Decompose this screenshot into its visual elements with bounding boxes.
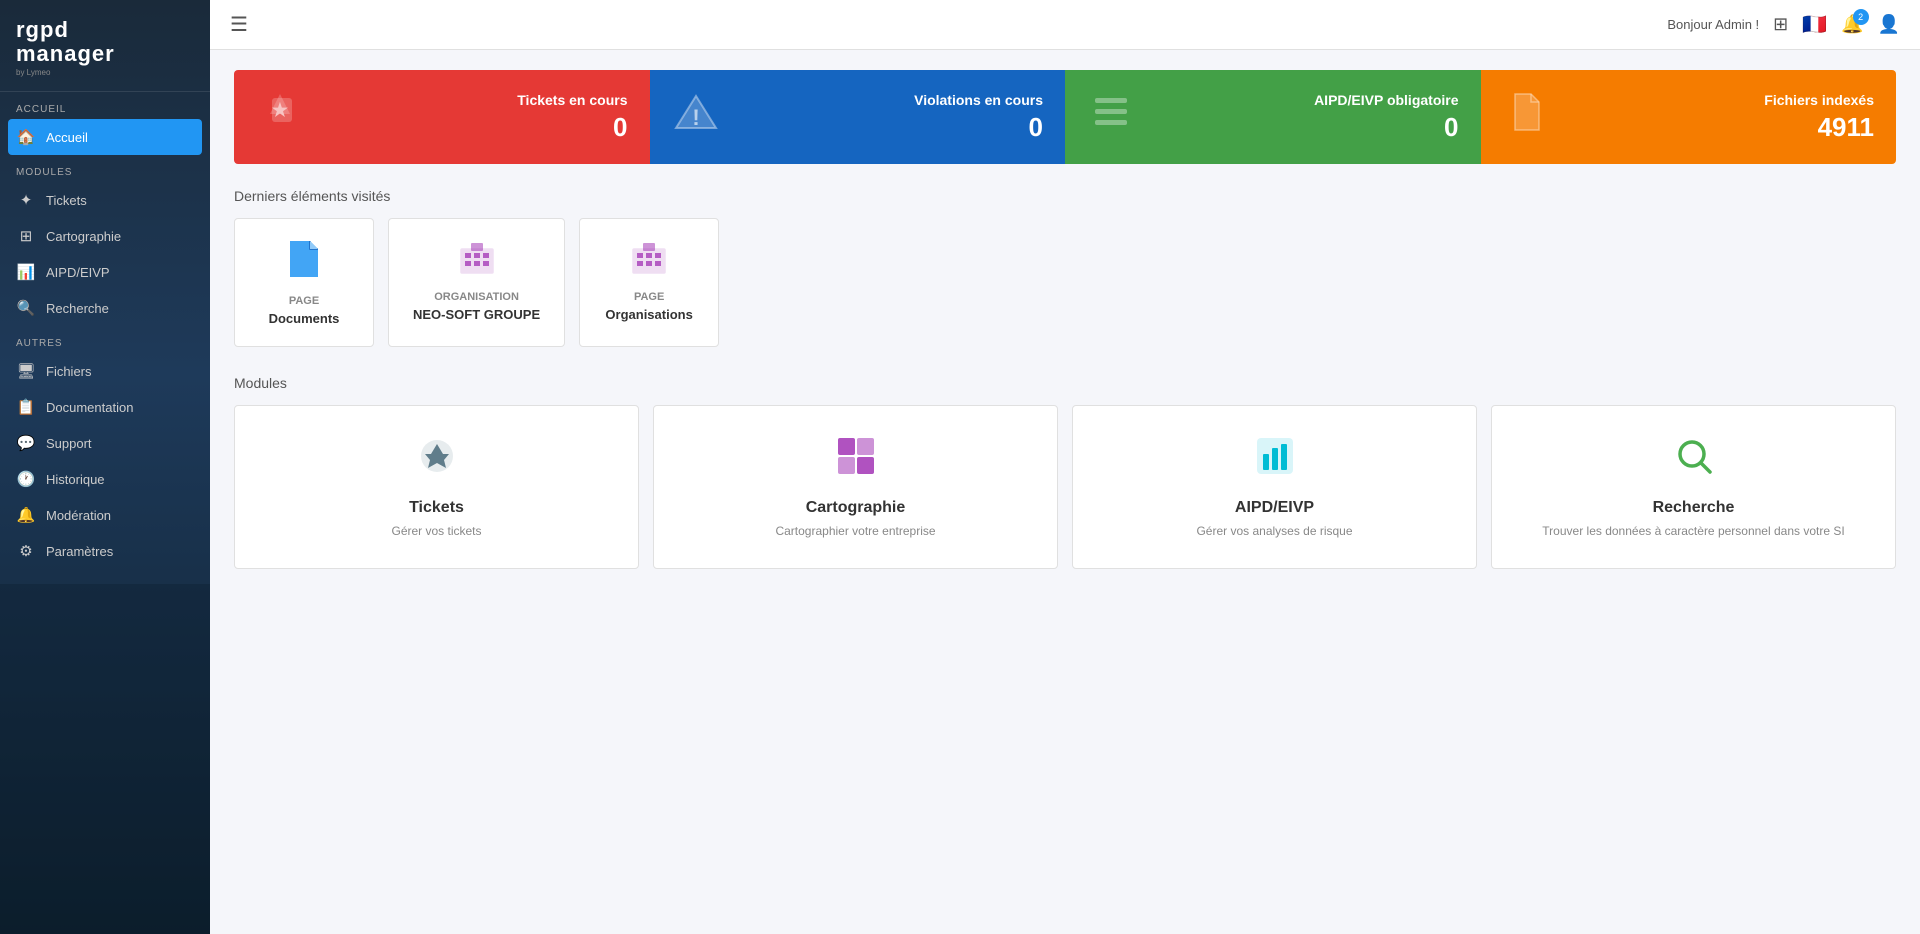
sidebar-item-tickets[interactable]: ✦ Tickets bbox=[0, 182, 210, 218]
recent-item-name-1: NEO-SOFT GROUPE bbox=[413, 307, 540, 322]
grid-icon[interactable]: ⊞ bbox=[1773, 14, 1788, 35]
stat-fichiers-label: Fichiers indexés bbox=[1764, 92, 1874, 108]
stat-violations-info: Violations en cours 0 bbox=[914, 92, 1043, 143]
sidebar-item-support[interactable]: 💬 Support bbox=[0, 425, 210, 461]
tickets-icon: ✦ bbox=[16, 191, 36, 209]
stat-violations-icon: ! bbox=[672, 88, 720, 146]
documentation-icon: 📋 bbox=[16, 398, 36, 416]
stat-violations-value: 0 bbox=[914, 112, 1043, 143]
stat-aipd-info: AIPD/EIVP obligatoire 0 bbox=[1314, 92, 1458, 143]
content-area: ★ Tickets en cours 0 ! Violations en cou… bbox=[210, 50, 1920, 934]
moderation-icon: 🔔 bbox=[16, 506, 36, 524]
notification-badge: 2 bbox=[1853, 9, 1869, 25]
stat-tickets[interactable]: ★ Tickets en cours 0 bbox=[234, 70, 650, 164]
stat-aipd-icon bbox=[1087, 88, 1135, 146]
main-area: ☰ Bonjour Admin ! ⊞ 🇫🇷 🔔 2 👤 ★ bbox=[210, 0, 1920, 934]
stat-violations-label: Violations en cours bbox=[914, 92, 1043, 108]
module-aipd-desc: Gérer vos analyses de risque bbox=[1196, 523, 1352, 540]
recent-grid: Page Documents Org bbox=[234, 218, 1896, 347]
stat-fichiers-icon bbox=[1503, 88, 1551, 146]
svg-text:★: ★ bbox=[272, 100, 289, 120]
stat-tickets-icon: ★ bbox=[256, 88, 304, 146]
logo-area: rgpdmanager by Lymeo bbox=[0, 0, 210, 92]
recent-neosoft-icon bbox=[459, 239, 495, 283]
logo-by: by Lymeo bbox=[16, 68, 194, 77]
recent-section-title: Derniers éléments visités bbox=[234, 188, 1896, 204]
recent-item-neosoft[interactable]: Organisation NEO-SOFT GROUPE bbox=[388, 218, 565, 347]
recent-item-organisations[interactable]: Page Organisations bbox=[579, 218, 719, 347]
stat-aipd-value: 0 bbox=[1314, 112, 1458, 143]
recent-organisations-icon bbox=[631, 239, 667, 283]
stat-fichiers-info: Fichiers indexés 4911 bbox=[1764, 92, 1874, 143]
module-cartographie-desc: Cartographier votre entreprise bbox=[775, 523, 935, 540]
module-aipd[interactable]: AIPD/EIVP Gérer vos analyses de risque bbox=[1072, 405, 1477, 569]
fichiers-icon: 🖥 bbox=[16, 362, 36, 380]
section-label-autres: Autres bbox=[0, 326, 210, 353]
stat-tickets-info: Tickets en cours 0 bbox=[517, 92, 627, 143]
section-label-accueil: Accueil bbox=[0, 92, 210, 119]
historique-icon: 🕐 bbox=[16, 470, 36, 488]
recent-item-type-2: Page bbox=[634, 291, 664, 303]
recherche-icon: 🔍 bbox=[16, 299, 36, 317]
stat-aipd[interactable]: AIPD/EIVP obligatoire 0 bbox=[1065, 70, 1481, 164]
recent-item-type-1: Organisation bbox=[434, 291, 519, 303]
module-recherche-title: Recherche bbox=[1653, 499, 1735, 517]
sidebar-item-recherche[interactable]: 🔍 Recherche bbox=[0, 290, 210, 326]
module-recherche-icon bbox=[1672, 434, 1716, 487]
topbar: ☰ Bonjour Admin ! ⊞ 🇫🇷 🔔 2 👤 bbox=[210, 0, 1920, 50]
module-tickets[interactable]: Tickets Gérer vos tickets bbox=[234, 405, 639, 569]
module-recherche-desc: Trouver les données à caractère personne… bbox=[1542, 523, 1844, 540]
greeting-text: Bonjour Admin ! bbox=[1667, 17, 1759, 32]
sidebar-item-parametres[interactable]: ⚙ Paramètres bbox=[0, 533, 210, 569]
section-label-modules: Modules bbox=[0, 155, 210, 182]
sidebar-item-documentation[interactable]: 📋 Documentation bbox=[0, 389, 210, 425]
module-recherche[interactable]: Recherche Trouver les données à caractèr… bbox=[1491, 405, 1896, 569]
module-aipd-icon bbox=[1253, 434, 1297, 487]
module-cartographie-icon bbox=[834, 434, 878, 487]
stats-row: ★ Tickets en cours 0 ! Violations en cou… bbox=[234, 70, 1896, 164]
recent-item-name-0: Documents bbox=[269, 311, 340, 326]
flag-france-icon[interactable]: 🇫🇷 bbox=[1802, 12, 1827, 37]
stat-tickets-value: 0 bbox=[517, 112, 627, 143]
sidebar-item-historique[interactable]: 🕐 Historique bbox=[0, 461, 210, 497]
support-icon: 💬 bbox=[16, 434, 36, 452]
sidebar-item-aipd[interactable]: 📊 AIPD/EIVP bbox=[0, 254, 210, 290]
sidebar-item-accueil[interactable]: 🏠 Accueil bbox=[8, 119, 202, 155]
recent-documents-icon bbox=[286, 239, 322, 287]
modules-section-title: Modules bbox=[234, 375, 1896, 391]
stat-fichiers[interactable]: Fichiers indexés 4911 bbox=[1481, 70, 1897, 164]
module-tickets-icon bbox=[415, 434, 459, 487]
notification-icon[interactable]: 🔔 2 bbox=[1841, 14, 1863, 35]
hamburger-button[interactable]: ☰ bbox=[230, 12, 248, 37]
cartographie-icon: ⊞ bbox=[16, 227, 36, 245]
module-aipd-title: AIPD/EIVP bbox=[1235, 499, 1314, 517]
aipd-icon: 📊 bbox=[16, 263, 36, 281]
sidebar: rgpdmanager by Lymeo Accueil 🏠 Accueil M… bbox=[0, 0, 210, 934]
stat-fichiers-value: 4911 bbox=[1764, 112, 1874, 143]
sidebar-item-fichiers[interactable]: 🖥 Fichiers bbox=[0, 353, 210, 389]
recent-item-name-2: Organisations bbox=[605, 307, 692, 322]
home-icon: 🏠 bbox=[16, 128, 36, 146]
module-tickets-desc: Gérer vos tickets bbox=[391, 523, 481, 540]
recent-item-type-0: Page bbox=[289, 295, 319, 307]
modules-grid: Tickets Gérer vos tickets Cartographie C… bbox=[234, 405, 1896, 569]
stat-violations[interactable]: ! Violations en cours 0 bbox=[650, 70, 1066, 164]
sidebar-item-moderation[interactable]: 🔔 Modération bbox=[0, 497, 210, 533]
user-icon[interactable]: 👤 bbox=[1878, 14, 1900, 35]
parametres-icon: ⚙ bbox=[16, 542, 36, 560]
module-cartographie-title: Cartographie bbox=[806, 499, 906, 517]
stat-tickets-label: Tickets en cours bbox=[517, 92, 627, 108]
stat-aipd-label: AIPD/EIVP obligatoire bbox=[1314, 92, 1458, 108]
svg-text:!: ! bbox=[692, 105, 699, 130]
recent-item-documents[interactable]: Page Documents bbox=[234, 218, 374, 347]
module-cartographie[interactable]: Cartographie Cartographier votre entrepr… bbox=[653, 405, 1058, 569]
logo-text: rgpdmanager bbox=[16, 18, 194, 66]
sidebar-item-cartographie[interactable]: ⊞ Cartographie bbox=[0, 218, 210, 254]
module-tickets-title: Tickets bbox=[409, 499, 464, 517]
